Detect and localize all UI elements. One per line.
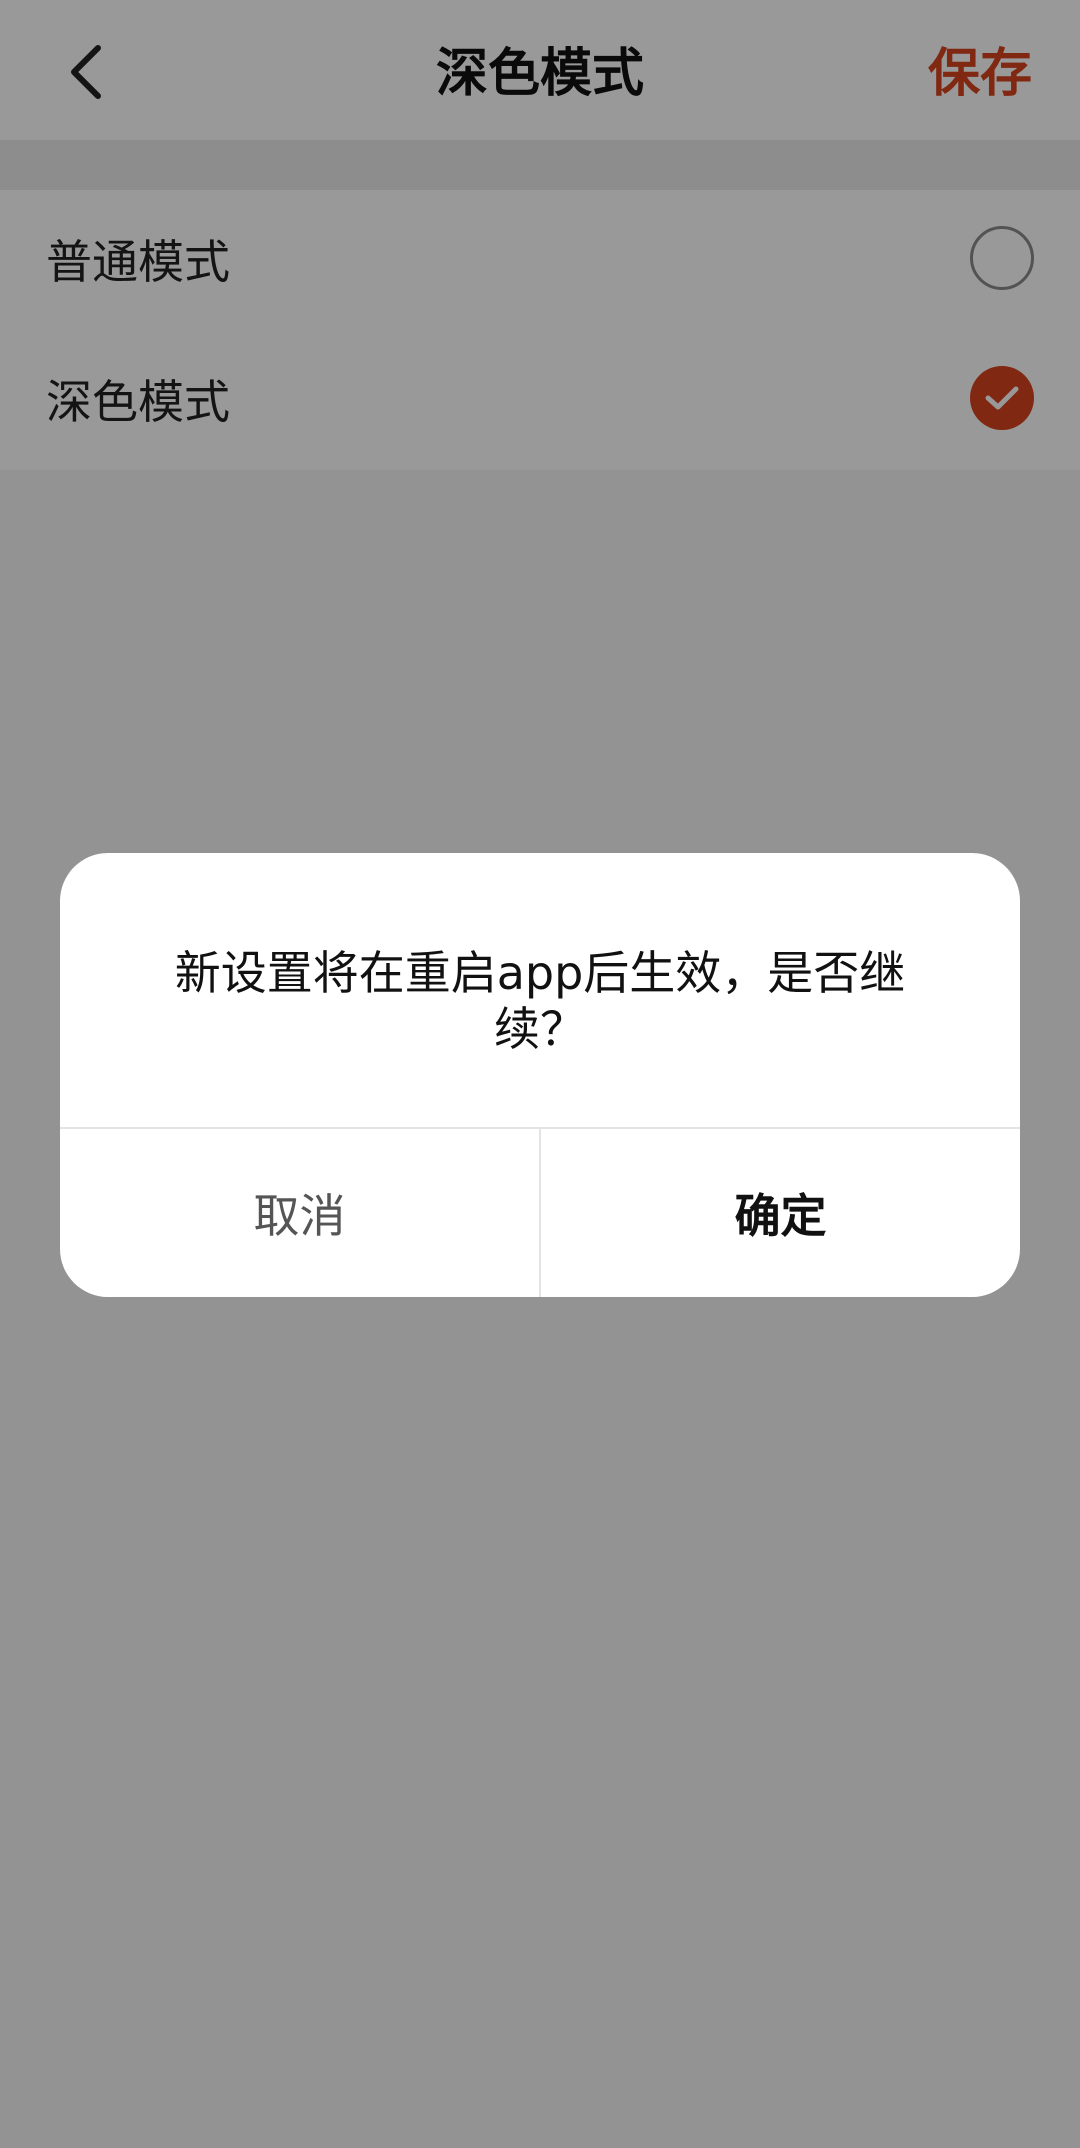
cancel-button[interactable]: 取消 bbox=[60, 1129, 539, 1297]
dialog-message: 新设置将在重启app后生效，是否继续？ bbox=[174, 946, 906, 1056]
confirm-button[interactable]: 确定 bbox=[541, 1129, 1020, 1297]
confirm-dialog: 新设置将在重启app后生效，是否继续？ 取消 确定 bbox=[60, 853, 1020, 1297]
screen: 深色模式 保存 普通模式 深色模式 新设置将在重启app后生效，是否继续？ 取消… bbox=[0, 0, 1080, 2148]
